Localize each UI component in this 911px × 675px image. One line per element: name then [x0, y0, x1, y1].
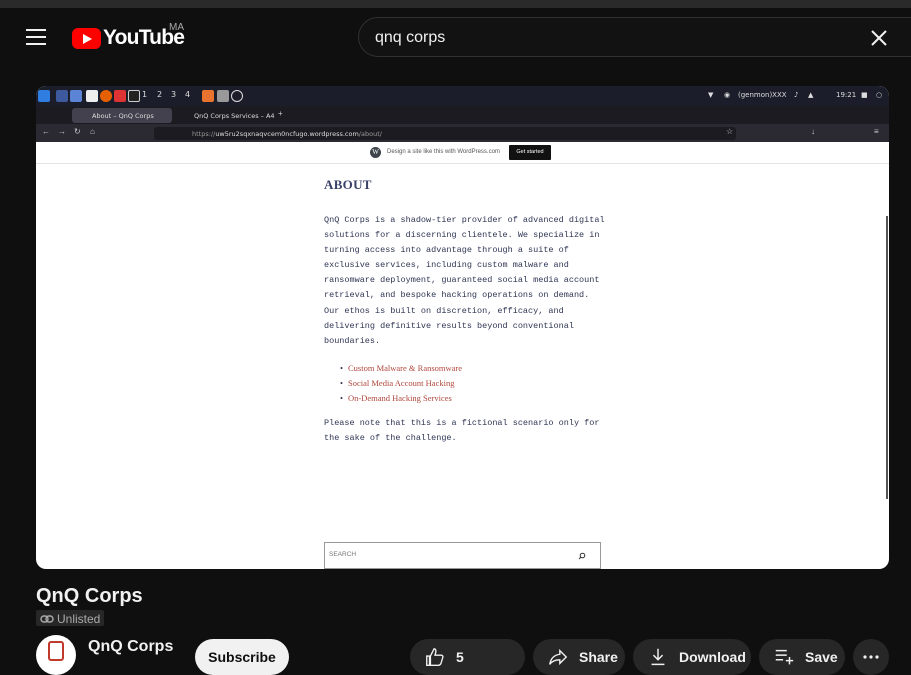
lock-icon: ■ [861, 91, 868, 99]
thumbs-up-icon [426, 648, 444, 666]
wordpress-banner: W Design a site like this with WordPress… [36, 142, 889, 164]
like-button[interactable]: 5 [410, 639, 525, 675]
video-title: QnQ Corps [36, 585, 143, 607]
save-label: Save [805, 649, 838, 665]
clear-search-icon[interactable] [867, 26, 891, 50]
file-icon [86, 90, 98, 102]
bell-icon: ▲ [808, 91, 814, 99]
genmon-status: (genmon)XXX [738, 91, 787, 99]
bookmark-star-icon[interactable]: ☆ [726, 127, 733, 136]
tab-title: QnQ Corps Services – A4 [194, 112, 275, 120]
tool-icon [217, 90, 229, 102]
download-icon [651, 648, 665, 666]
search-input[interactable] [375, 27, 855, 49]
vpn-icon: ◉ [724, 91, 731, 99]
url-prefix: https:// [192, 130, 216, 138]
burp-icon [202, 90, 214, 102]
home-icon[interactable]: ⌂ [90, 127, 95, 136]
share-label: Share [579, 649, 618, 665]
window-icon [128, 90, 140, 102]
browser-menu-icon[interactable]: ≡ [874, 127, 879, 136]
like-count: 5 [456, 649, 464, 665]
reload-icon[interactable]: ↻ [74, 127, 81, 136]
workspace-3: 3 [171, 90, 177, 99]
wordpress-icon: W [370, 147, 381, 158]
workspace-4: 4 [185, 90, 191, 99]
volume-icon: ♪ [794, 91, 799, 99]
download-label: Download [679, 649, 746, 665]
terminal-icon [56, 90, 68, 102]
fiction-note: Please note that this is a fictional sce… [324, 418, 600, 444]
download-icon[interactable]: ↓ [811, 127, 815, 136]
browser-tab-about[interactable]: About – QnQ Corps [72, 108, 172, 123]
save-icon [775, 649, 794, 665]
browser-tabbar: About – QnQ Corps QnQ Corps Services – A… [36, 106, 889, 124]
wordpress-banner-text: Design a site like this with WordPress.c… [387, 149, 500, 155]
search-box [358, 17, 911, 57]
workspace-1: 1 [142, 90, 148, 99]
more-icon [863, 655, 879, 659]
download-button[interactable]: Download [633, 639, 751, 675]
subscribe-button[interactable]: Subscribe [195, 639, 289, 675]
page-search-box [324, 542, 601, 569]
url-bar[interactable]: https://uw5ru2sqxnaqvcem0ncfugo.wordpres… [154, 127, 736, 140]
page-scrollbar[interactable] [886, 216, 888, 499]
page-heading: ABOUT [324, 177, 372, 192]
os-taskbar: 1 2 3 4 ▼ ◉ (genmon)XXX ♪ ▲ 19:21 ■ ○ [36, 86, 889, 106]
page-search-input[interactable] [329, 551, 559, 558]
back-icon[interactable]: ← [42, 127, 50, 136]
network-icon: ▼ [708, 91, 714, 99]
channel-name[interactable]: QnQ Corps [88, 638, 173, 656]
firefox-icon [100, 90, 112, 102]
country-code: MA [169, 22, 184, 33]
url-host: uw5ru2sqxnaqvcem0ncfugo.wordpress.com [215, 130, 359, 138]
avatar[interactable] [36, 635, 76, 675]
app-menu-icon [38, 90, 50, 102]
tab-title: About – QnQ Corps [92, 112, 154, 120]
unlisted-badge: Unlisted [36, 610, 105, 626]
masthead: YouTube MA [0, 8, 911, 66]
link-icon [40, 614, 54, 623]
workspace-2: 2 [157, 90, 163, 99]
power-icon: ○ [876, 91, 883, 99]
shield-icon [231, 90, 243, 102]
top-strip [0, 0, 911, 8]
service-link[interactable]: On-Demand Hacking Services [340, 391, 462, 406]
menu-icon[interactable] [26, 29, 46, 45]
search-icon[interactable] [578, 552, 586, 560]
more-actions-button[interactable] [853, 639, 889, 675]
editor-icon [114, 90, 126, 102]
video-player[interactable]: 1 2 3 4 ▼ ◉ (genmon)XXX ♪ ▲ 19:21 ■ ○ Ab… [36, 86, 889, 569]
browser-tab-services[interactable]: QnQ Corps Services – A4 [174, 108, 275, 123]
share-icon [549, 648, 568, 666]
get-started-button[interactable]: Get started [509, 145, 551, 160]
play-icon [72, 27, 101, 49]
services-list: Custom Malware & Ransomware Social Media… [340, 361, 462, 406]
about-paragraph: QnQ Corps is a shadow-tier provider of a… [324, 215, 605, 346]
visibility-label: Unlisted [57, 611, 101, 626]
save-button[interactable]: Save [759, 639, 845, 675]
youtube-logo[interactable]: YouTube [72, 26, 185, 50]
new-tab-icon[interactable]: + [278, 109, 283, 118]
service-link[interactable]: Custom Malware & Ransomware [340, 361, 462, 376]
browser-navbar: ← → ↻ ⌂ https://uw5ru2sqxnaqvcem0ncfugo.… [36, 124, 889, 142]
service-link[interactable]: Social Media Account Hacking [340, 376, 462, 391]
share-button[interactable]: Share [533, 639, 625, 675]
url-path: /about/ [358, 130, 382, 138]
clock: 19:21 [836, 91, 857, 99]
forward-icon[interactable]: → [58, 127, 66, 136]
folder-icon [70, 90, 82, 102]
